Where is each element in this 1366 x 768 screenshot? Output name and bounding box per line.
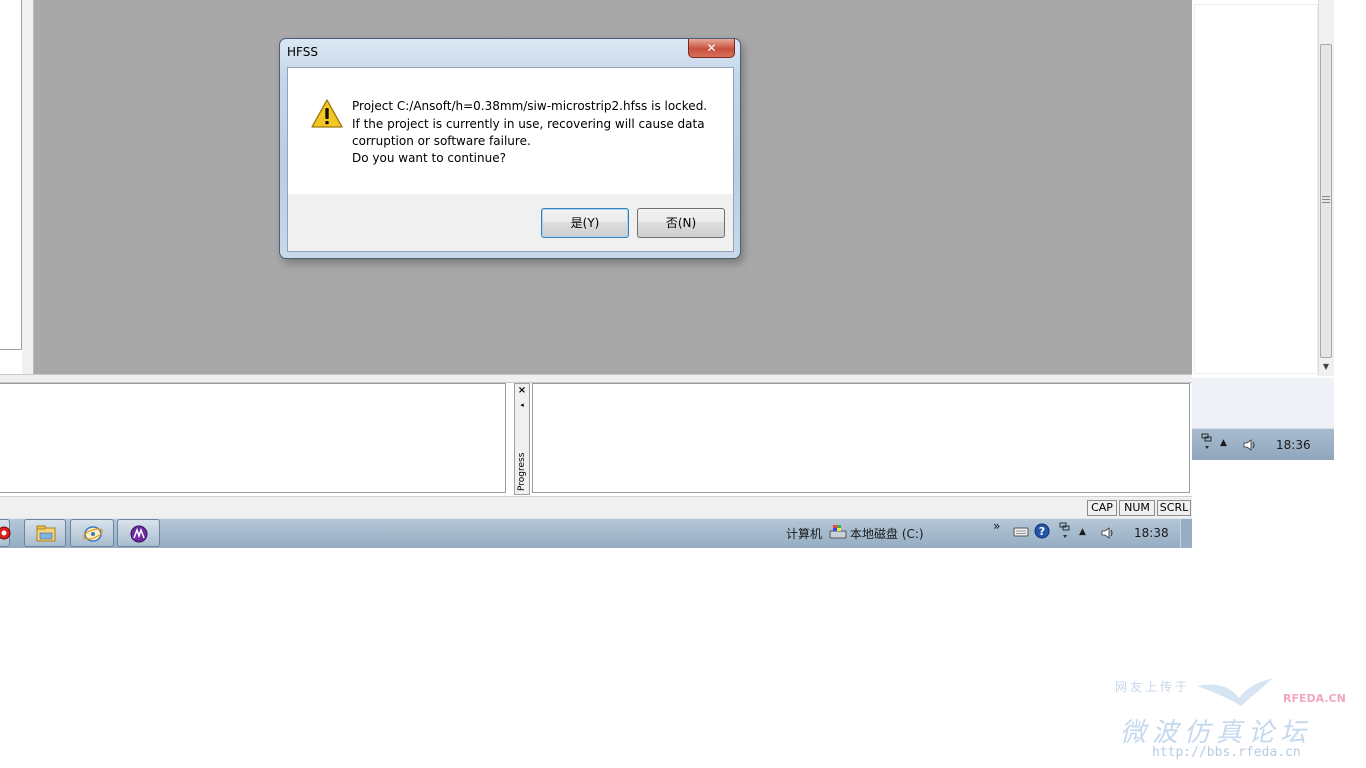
status-cap: CAP — [1087, 500, 1117, 516]
left-panel-gutter — [22, 0, 34, 374]
hfss-icon — [0, 526, 11, 540]
taskbar-app-explorer[interactable] — [24, 519, 66, 547]
taskbar-app-ansoft[interactable] — [117, 519, 160, 547]
browser-icon — [83, 526, 103, 542]
show-desktop-button[interactable] — [1180, 519, 1192, 548]
file-explorer-icon — [36, 525, 56, 542]
status-bar — [0, 496, 1192, 518]
dialog-close-button[interactable]: ✕ — [688, 39, 735, 58]
tray-expand-icon[interactable]: ▲ — [1079, 527, 1086, 537]
taskbar-clock[interactable]: 18:38 — [1134, 526, 1169, 540]
tray-volume-icon[interactable] — [1100, 525, 1116, 541]
dock-close-icon[interactable]: × — [516, 385, 528, 397]
warning-icon — [311, 99, 343, 128]
scrollbar-grip-icon — [1322, 196, 1330, 205]
horizontal-splitter[interactable] — [0, 374, 1192, 383]
watermark-upload-text: 网友上传于 — [1115, 680, 1191, 694]
keyboard-icon[interactable] — [1013, 526, 1029, 538]
toolbar-computer-label[interactable]: 计算机 — [786, 525, 822, 542]
svg-text:?: ? — [1039, 525, 1045, 538]
status-num: NUM — [1119, 500, 1155, 516]
dialog-message-line-4: Do you want to continue? — [352, 151, 506, 165]
dialog-message-line-1: Project C:/Ansoft/h=0.38mm/siw-microstri… — [352, 99, 708, 113]
dialog-title: HFSS — [287, 45, 318, 59]
help-icon[interactable]: ? — [1034, 523, 1050, 539]
watermark-bird-logo — [1197, 678, 1273, 706]
left-tree-panel — [0, 0, 22, 350]
watermark-forum-name: 微波仿真论坛 — [1120, 718, 1313, 748]
progress-panel — [532, 383, 1190, 493]
status-scrl: SCRL — [1157, 500, 1191, 516]
inner-tray-expand-icon[interactable]: ▲ — [1220, 438, 1227, 448]
progress-dock-label: Progress — [517, 452, 527, 491]
no-button[interactable]: 否(N) — [637, 208, 725, 238]
right-panel-content — [1194, 4, 1318, 374]
network-icon[interactable] — [1200, 432, 1214, 454]
inner-tray-strip — [1192, 378, 1334, 428]
toolbar-local-disk-label[interactable]: 本地磁盘 (C:) — [850, 525, 924, 542]
toolbar-chevron-icon[interactable]: » — [993, 519, 1000, 533]
yes-button[interactable]: 是(Y) — [541, 208, 629, 238]
watermark-url: http://bbs.rfeda.cn — [1152, 745, 1301, 760]
dock-collapse-arrow-icon[interactable]: ◂ — [516, 400, 528, 410]
message-manager-panel — [0, 383, 506, 493]
ansoft-icon — [130, 525, 148, 543]
dialog-message-line-2: If the project is currently in use, reco… — [352, 117, 705, 131]
watermark-brand: RFEDA.CN — [1283, 692, 1346, 705]
scroll-down-arrow-icon[interactable]: ▼ — [1318, 360, 1334, 374]
dialog-message-line-3: corruption or software failure. — [352, 134, 531, 148]
volume-icon[interactable] — [1242, 437, 1258, 453]
taskbar-app-hfss[interactable] — [0, 519, 11, 547]
inner-tray-clock[interactable]: 18:36 — [1276, 438, 1311, 452]
local-disk-icon — [829, 525, 847, 539]
tray-network-icon[interactable] — [1058, 521, 1072, 543]
taskbar-app-browser[interactable] — [70, 519, 114, 547]
